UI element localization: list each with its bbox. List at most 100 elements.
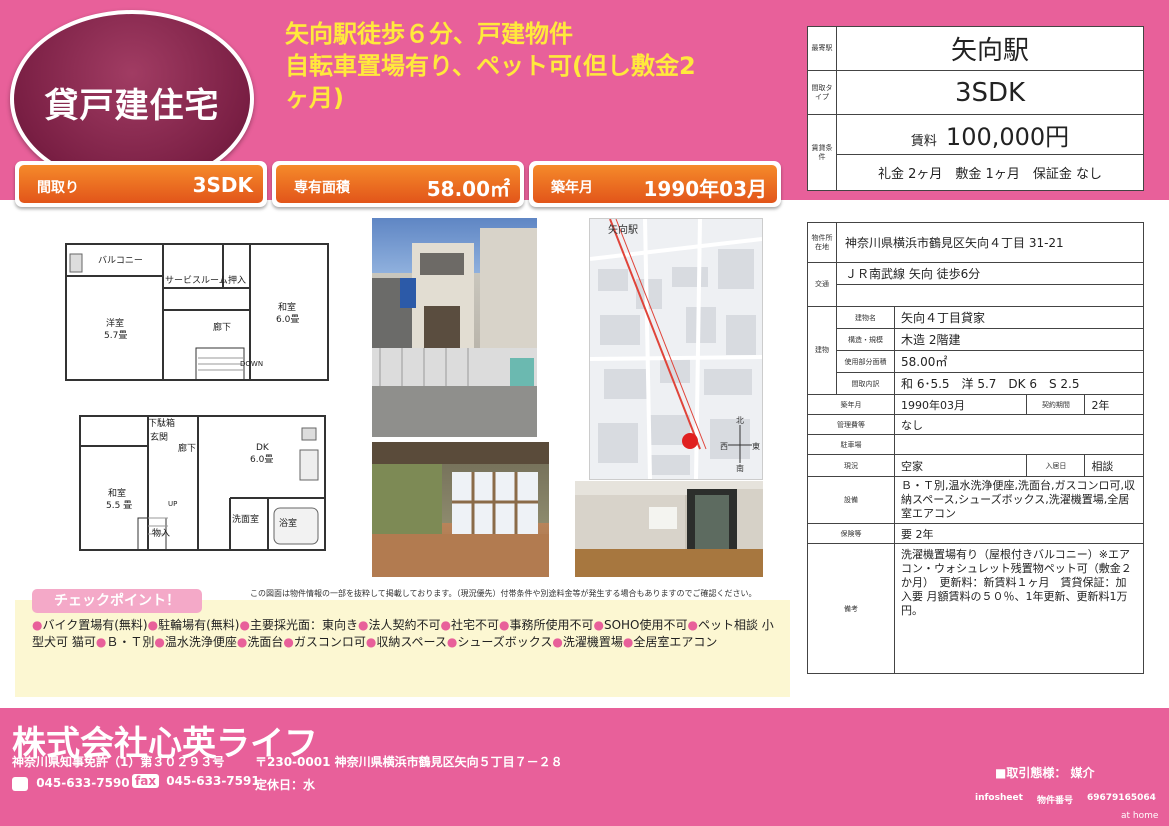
- exterior-photo: [372, 218, 537, 437]
- detail-remarks: 洗濯機置場有り（屋根付きバルコニー）※エアコン・ウォシュレット残置物ペット可（敷…: [894, 543, 1144, 674]
- plan-western-size: 5.7畳: [104, 330, 127, 341]
- summary-table: 最寄駅 矢向駅 間取タイプ 3SDK 賃貸条件 賃料 100,000円 礼金 2…: [807, 26, 1144, 191]
- location-map: 北 東 西 南 矢向駅: [589, 218, 763, 480]
- plan-balcony: バルコニー: [98, 255, 143, 266]
- detail-mgmt-label: 管理費等: [807, 414, 895, 435]
- checkpoint-bullet-icon: ●: [283, 635, 294, 649]
- checkpoint-item: 社宅不可: [450, 618, 499, 632]
- plan-washroom: 洗面室: [232, 513, 259, 525]
- checkpoint-item: ガスコンロ可: [293, 635, 366, 649]
- company-fax-row: fax 045-633-7591: [132, 774, 260, 788]
- detail-insurance: 要 2年: [894, 523, 1144, 544]
- plan-closet-upper: 押入: [228, 274, 246, 286]
- floor-plan: バルコニー サービスルーム 押入 洋室 5.7畳 廊下 和室 6.0畳 DOWN…: [65, 243, 329, 551]
- plan-entrance: 玄関: [150, 431, 168, 443]
- checkpoint-bullet-icon: ●: [365, 635, 377, 649]
- western-room-art: [575, 481, 763, 577]
- checkpoint-item: 洗面台: [247, 635, 284, 649]
- detail-name-label: 建物名: [836, 306, 895, 329]
- checkpoint-item: バイク置場有(無料): [42, 618, 148, 632]
- headline-line-1: 矢向駅徒歩６分、戸建物件: [285, 20, 573, 48]
- map-compass-n: 北: [736, 416, 744, 425]
- map-station-label: 矢向駅: [608, 223, 638, 236]
- japanese-room-photo: [372, 442, 549, 577]
- fax-icon: fax: [132, 774, 160, 788]
- checkpoint-bullet-icon: ●: [32, 618, 43, 632]
- detail-insurance-label: 保険等: [807, 523, 895, 544]
- detail-status: 空家: [893, 454, 1028, 477]
- detail-term-label: 契約期間: [1026, 394, 1086, 415]
- badge-built-value: 1990年03月: [643, 177, 768, 201]
- infosheet-label: infosheet: [975, 793, 1023, 803]
- detail-rooms: 和 6･5.5 洋 5.7 DK 6 S 2.5: [894, 372, 1144, 395]
- plan-japanese-room-upper: 和室: [278, 301, 296, 313]
- checkpoint-bullet-icon: ●: [357, 618, 369, 632]
- summary-rent-cell: 賃料 100,000円: [836, 114, 1144, 155]
- badge-area-value: 58.00㎡: [426, 177, 510, 201]
- company-holiday: 定休日：水: [255, 778, 316, 792]
- checkpoint-item: 事務所使用不可: [509, 618, 594, 632]
- plan-japanese-size-upper: 6.0畳: [276, 314, 299, 325]
- summary-station-label: 最寄駅: [807, 26, 837, 71]
- checkpoint-bullet-icon: ●: [622, 635, 634, 649]
- badge-area-label: 専有面積: [294, 180, 350, 196]
- company-fax: 045-633-7591: [166, 774, 260, 788]
- checkpoint-item: 収納スペース: [376, 635, 447, 649]
- detail-facilities: Ｂ・Ｔ別,温水洗浄便座,洗面台,ガスコンロ可,収納スペース,シューズボックス,洗…: [894, 476, 1144, 524]
- checkpoint-bullet-icon: ●: [95, 635, 107, 649]
- detail-parking-label: 駐車場: [807, 434, 895, 455]
- plan-up: UP: [168, 500, 177, 508]
- detail-built-label: 築年月: [807, 394, 895, 415]
- checkpoint-bullet-icon: ●: [446, 635, 458, 649]
- checkpoint-item: SOHO使用不可: [603, 618, 688, 632]
- category-title: 貸戸建住宅: [44, 86, 220, 126]
- company-tel-row: 045-633-7590: [12, 776, 130, 791]
- detail-built: 1990年03月: [893, 394, 1028, 415]
- summary-terms-label: 賃貸条件: [807, 114, 837, 191]
- map-art: 北 東 西 南 矢向駅: [590, 219, 762, 479]
- map-compass-e: 東: [752, 441, 760, 451]
- checkpoint-item: シューズボックス: [457, 635, 553, 649]
- plan-shoe-box: 下駄箱: [148, 417, 175, 429]
- checkpoint-item: 温水洗浄便座: [164, 635, 237, 649]
- badge-layout-value: 3SDK: [192, 173, 253, 197]
- plan-western-room: 洋室: [106, 317, 124, 329]
- detail-status-label: 現況: [807, 454, 895, 477]
- plan-closet-lower: 物入: [152, 527, 170, 539]
- plan-dk: DK: [256, 443, 270, 453]
- detail-mgmt: なし: [894, 414, 1144, 435]
- checkpoint-bullet-icon: ●: [147, 618, 159, 632]
- checkpoint-bullet-icon: ●: [236, 635, 248, 649]
- checkpoint-bullet-icon: ●: [552, 635, 563, 649]
- athome-logo: at home: [1121, 811, 1159, 821]
- detail-transport-label: 交通: [807, 262, 837, 307]
- plan-bath: 浴室: [279, 517, 297, 529]
- phone-icon: [12, 776, 28, 791]
- headline: 矢向駅徒歩６分、戸建物件 自転車置場有り、ペット可(但し敷金2 ヶ月): [285, 18, 785, 114]
- summary-deposits: 礼金 2ヶ月 敷金 1ヶ月 保証金 なし: [836, 154, 1144, 191]
- transaction-type: ■取引態様： 媒介: [995, 766, 1095, 780]
- headline-line-2: 自転車置場有り、ペット可(但し敷金2: [285, 52, 696, 80]
- checkpoint-bullet-icon: ●: [239, 618, 250, 632]
- checkpoint-bullet-icon: ●: [593, 618, 604, 632]
- plan-dk-size: 6.0畳: [250, 454, 273, 465]
- headline-line-3: ヶ月): [285, 84, 344, 112]
- detail-building-label: 建物: [807, 306, 837, 395]
- property-no: 69679165064: [1087, 793, 1156, 803]
- company-license: 神奈川県知事免許（1）第３０２９３号: [12, 755, 225, 769]
- detail-address: 神奈川県横浜市鶴見区矢向４丁目 31-21: [836, 222, 1144, 263]
- summary-rent: 100,000円: [945, 123, 1070, 151]
- checkpoint-item: 主要採光面：東向き: [249, 618, 358, 632]
- plan-japanese-room-lower: 和室: [108, 487, 126, 499]
- plan-down: DOWN: [240, 360, 263, 368]
- detail-address-label: 物件所在地: [807, 222, 837, 263]
- property-no-label: 物件番号: [1037, 796, 1074, 806]
- checkpoint-bullet-icon: ●: [687, 618, 698, 632]
- detail-movein: 相談: [1084, 454, 1144, 477]
- badge-built-label: 築年月: [551, 180, 593, 196]
- company-address: 〒230-0001 神奈川県横浜市鶴見区矢向５丁目７－２８: [255, 755, 563, 769]
- detail-term: 2年: [1084, 394, 1144, 415]
- checkpoint-item: 駐輪場有(無料): [158, 618, 240, 632]
- summary-layout: 3SDK: [836, 70, 1144, 115]
- detail-name: 矢向４丁目貸家: [894, 306, 1144, 329]
